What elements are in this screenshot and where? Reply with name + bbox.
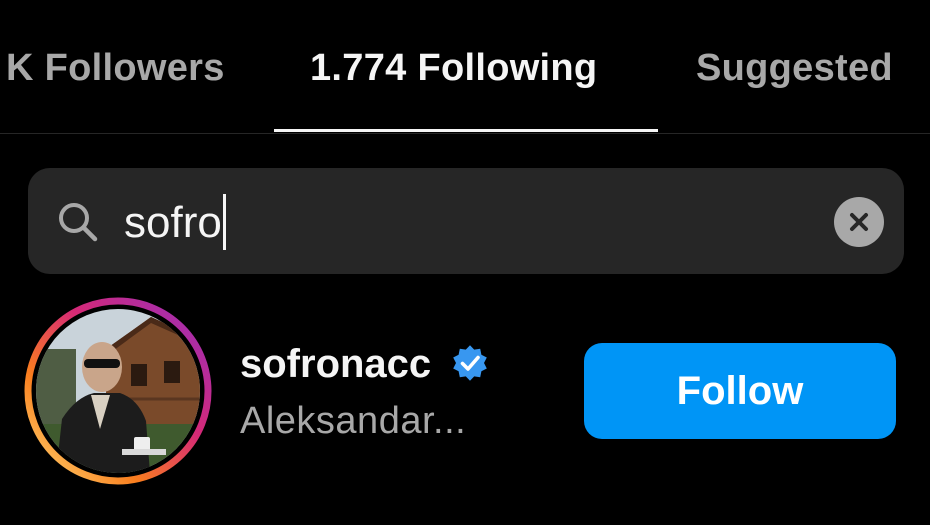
profile-photo [36, 309, 200, 473]
tab-bar: K Followers 1.774 Following Suggested [0, 0, 930, 134]
result-full-name: Aleksandar... [240, 400, 467, 442]
search-icon [59, 203, 98, 242]
result-username[interactable]: sofronacc [240, 338, 431, 390]
tab-suggested[interactable]: Suggested [696, 44, 893, 92]
search-input-value: sofro [124, 198, 222, 247]
avatar[interactable] [36, 309, 200, 473]
text-caret [222, 194, 226, 251]
tab-following[interactable]: 1.774 Following [310, 44, 597, 92]
close-icon [850, 213, 868, 231]
verified-badge-icon [453, 345, 487, 381]
follow-button[interactable]: Follow [584, 343, 896, 439]
search-input[interactable]: sofro [124, 194, 226, 253]
tab-followers[interactable]: K Followers [6, 44, 225, 92]
active-tab-indicator [274, 129, 658, 132]
clear-search-button[interactable] [834, 197, 884, 247]
